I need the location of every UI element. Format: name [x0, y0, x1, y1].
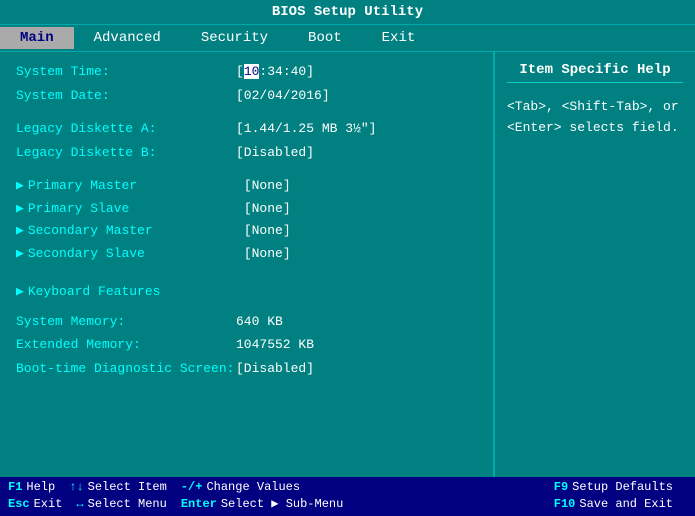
boot-diagnostic-value[interactable]: [Disabled]	[236, 359, 314, 379]
left-panel: System Time: [10:34:40] System Date: [02…	[0, 52, 495, 477]
bios-container: BIOS Setup Utility Main Advanced Securit…	[0, 0, 695, 516]
primary-slave-value: [None]	[244, 199, 291, 219]
keyboard-features-row[interactable]: ▶ Keyboard Features	[16, 282, 477, 302]
secondary-master-label: Secondary Master	[28, 221, 244, 241]
primary-slave-row[interactable]: ▶ Primary Slave [None]	[16, 199, 477, 219]
help-panel-title: Item Specific Help	[507, 62, 683, 83]
system-time-cursor: 10	[244, 64, 260, 79]
primary-master-label: Primary Master	[28, 176, 244, 196]
menu-item-main[interactable]: Main	[0, 27, 74, 49]
status-row-1: F1 Help ↑↓ Select Item -/+ Change Values…	[8, 480, 687, 494]
primary-master-value: [None]	[244, 176, 291, 196]
extended-memory-row: Extended Memory: 1047552 KB	[16, 335, 477, 355]
menu-bar[interactable]: Main Advanced Security Boot Exit	[0, 24, 695, 52]
content-area: System Time: [10:34:40] System Date: [02…	[0, 52, 695, 477]
primary-master-arrow: ▶	[16, 176, 24, 196]
status-f1: F1 Help	[8, 480, 55, 494]
bios-title: BIOS Setup Utility	[272, 4, 423, 20]
system-date-label: System Date:	[16, 86, 236, 106]
legacy-a-row: Legacy Diskette A: [1.44/1.25 MB 3½"]	[16, 119, 477, 139]
system-memory-value: 640 KB	[236, 312, 283, 332]
extended-memory-value: 1047552 KB	[236, 335, 314, 355]
secondary-slave-label: Secondary Slave	[28, 244, 244, 264]
system-date-value[interactable]: [02/04/2016]	[236, 86, 330, 106]
right-panel: Item Specific Help <Tab>, <Shift-Tab>, o…	[495, 52, 695, 477]
secondary-master-row[interactable]: ▶ Secondary Master [None]	[16, 221, 477, 241]
menu-item-boot[interactable]: Boot	[288, 27, 362, 49]
menu-item-exit[interactable]: Exit	[362, 27, 436, 49]
extended-memory-label: Extended Memory:	[16, 335, 236, 355]
system-memory-row: System Memory: 640 KB	[16, 312, 477, 332]
secondary-slave-arrow: ▶	[16, 244, 24, 264]
title-bar: BIOS Setup Utility	[0, 0, 695, 24]
menu-item-advanced[interactable]: Advanced	[74, 27, 181, 49]
legacy-b-row: Legacy Diskette B: [Disabled]	[16, 143, 477, 163]
help-panel-text: <Tab>, <Shift-Tab>, or <Enter> selects f…	[507, 97, 683, 139]
secondary-master-arrow: ▶	[16, 221, 24, 241]
legacy-a-value[interactable]: [1.44/1.25 MB 3½"]	[236, 119, 376, 139]
status-f9: F9 Setup Defaults	[554, 480, 673, 494]
system-time-label: System Time:	[16, 62, 236, 82]
status-esc: Esc Exit	[8, 496, 62, 511]
menu-item-security[interactable]: Security	[181, 27, 288, 49]
status-leftright: ↔ Select Menu	[76, 496, 166, 511]
primary-slave-label: Primary Slave	[28, 199, 244, 219]
boot-diagnostic-row: Boot-time Diagnostic Screen: [Disabled]	[16, 359, 477, 379]
status-plusminus: -/+ Change Values	[181, 480, 300, 494]
primary-master-row[interactable]: ▶ Primary Master [None]	[16, 176, 477, 196]
legacy-b-value[interactable]: [Disabled]	[236, 143, 314, 163]
system-time-value[interactable]: [10:34:40]	[236, 62, 314, 82]
system-time-row: System Time: [10:34:40]	[16, 62, 477, 82]
legacy-a-label: Legacy Diskette A:	[16, 119, 236, 139]
system-memory-label: System Memory:	[16, 312, 236, 332]
secondary-slave-value: [None]	[244, 244, 291, 264]
secondary-master-value: [None]	[244, 221, 291, 241]
secondary-slave-row[interactable]: ▶ Secondary Slave [None]	[16, 244, 477, 264]
primary-slave-arrow: ▶	[16, 199, 24, 219]
status-bar: F1 Help ↑↓ Select Item -/+ Change Values…	[0, 477, 695, 516]
status-updown: ↑↓ Select Item	[69, 480, 167, 494]
status-row-2: Esc Exit ↔ Select Menu Enter Select ▶ Su…	[8, 496, 687, 511]
system-date-row: System Date: [02/04/2016]	[16, 86, 477, 106]
status-f10: F10 Save and Exit	[554, 496, 673, 511]
keyboard-features-arrow: ▶	[16, 282, 24, 302]
legacy-b-label: Legacy Diskette B:	[16, 143, 236, 163]
boot-diagnostic-label: Boot-time Diagnostic Screen:	[16, 359, 236, 379]
status-enter: Enter Select ▶ Sub-Menu	[181, 496, 343, 511]
keyboard-features-label: Keyboard Features	[28, 282, 244, 302]
